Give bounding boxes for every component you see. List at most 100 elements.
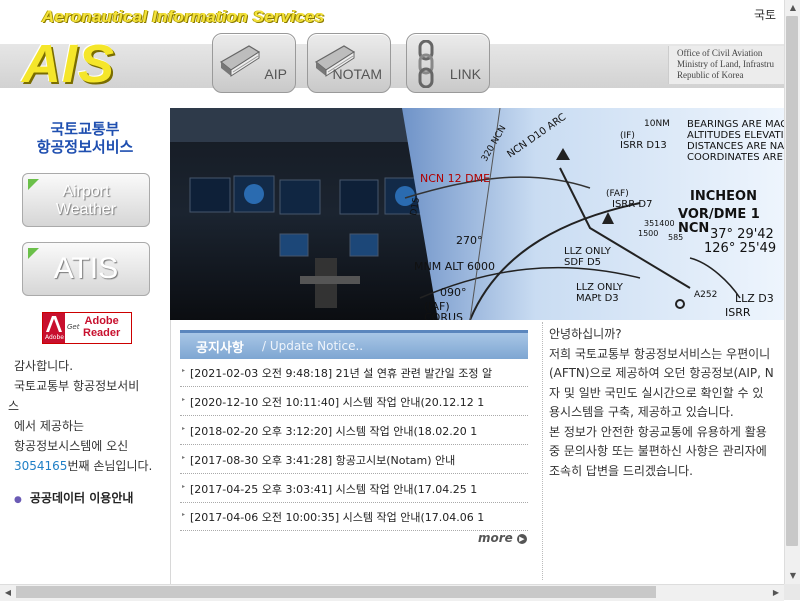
visitor-line: 에서 제공하는 [14, 419, 85, 433]
scroll-left-icon[interactable]: ◀ [0, 588, 16, 597]
visitor-suffix: 번째 손님입니다. [67, 459, 153, 473]
chart-text: ALTITUDES ELEVATIO [687, 130, 784, 141]
intro-line: 안녕하십니까? [549, 327, 622, 341]
horizontal-scroll-thumb[interactable] [16, 586, 656, 598]
arrow-right-icon: ▶ [516, 534, 527, 544]
chart-text: 351400 [644, 219, 675, 228]
chart-text: 1500 [638, 229, 658, 238]
chart-text: LLZ D3 [735, 292, 774, 305]
notice-item-text: [2021-02-03 오전 9:48:18] 21년 설 연휴 관련 발간일 … [190, 367, 493, 380]
nav-aip-label: AIP [264, 66, 287, 82]
chart-text: ISRR D13 [620, 140, 667, 151]
intro-line: 용시스템을 구축, 제공하고 있습니다. [549, 405, 734, 419]
chart-text: ISRR D7 [612, 199, 652, 210]
airport-weather-label: Airport Weather [23, 183, 149, 219]
chart-text: NCN 12 DME [420, 172, 490, 185]
chart-text: DISTANCES ARE NAUT [687, 141, 784, 152]
chart-text: 37° 29'42 [710, 227, 774, 242]
adobe-reader-badge[interactable]: Adobe Get Adobe Reader [42, 312, 132, 344]
chart-text: 270° [456, 234, 483, 247]
notice-item[interactable]: ▸ [2020-12-10 오전 10:11:40] 시스템 작업 안내(20.1… [180, 387, 528, 416]
intro-line: 자 및 일반 국민도 실시간으로 확인할 수 있 [549, 385, 764, 400]
column-divider [542, 322, 543, 580]
notice-board: 공지사항 / Update Notice.. ▸ [2021-02-03 오전 9… [180, 330, 528, 580]
banner-illustration: BEARINGS ARE MAG ALTITUDES ELEVATIO DIST… [170, 108, 784, 320]
notice-item-text: [2017-08-30 오후 3:41:28] 항공고시보(Notam) 안내 [190, 454, 456, 467]
notice-subtitle: / Update Notice.. [262, 339, 364, 353]
bullet-icon: ▸ [182, 396, 186, 403]
chart-text: BEARINGS ARE MAG [687, 119, 784, 130]
scroll-right-icon[interactable]: ▶ [768, 588, 784, 597]
intro-line: 조속히 답변을 드리겠습니다. [549, 463, 693, 478]
atis-button[interactable]: ATIS [22, 242, 150, 296]
visitor-line: 스 [8, 399, 20, 413]
chart-text: 10NM [644, 119, 670, 129]
adobe-brand: Adobe [45, 334, 64, 341]
airport-weather-line: Weather [55, 201, 117, 218]
visitor-message: 감사합니다. 국토교통부 항공정보서비 스 에서 제공하는 항공정보시스템에 오… [8, 356, 168, 476]
notice-item[interactable]: ▸ [2017-04-06 오전 10:00:35] 시스템 작업 안내(17.0… [180, 502, 528, 531]
more-label: more [478, 531, 513, 545]
notice-title: 공지사항 [196, 341, 244, 356]
cockpit-chart-banner: BEARINGS ARE MAG ALTITUDES ELEVATIO DIST… [170, 108, 784, 320]
bullet-icon: ▸ [182, 511, 186, 518]
adobe-reader-text: Adobe Reader [83, 315, 120, 339]
airport-weather-line: Airport [62, 183, 110, 200]
nav-notam-button[interactable]: NOTAM [307, 33, 391, 93]
visitor-count-line: 3054165번째 손님입니다. [8, 456, 168, 476]
bullet-icon: ▸ [182, 454, 186, 461]
chart-text: CORUS [424, 311, 463, 320]
scroll-down-icon[interactable]: ▼ [785, 571, 800, 580]
chart-text: (FAF) [606, 189, 629, 199]
scroll-up-icon[interactable]: ▲ [785, 3, 800, 12]
agency-line: Office of Civil Aviation [677, 48, 763, 58]
intro-line: 중 문의사항 또는 불편하신 사항은 관리자에 [549, 444, 767, 458]
ais-logo[interactable]: AIS [22, 33, 115, 95]
intro-line: (AFTN)으로 제공하여 오던 항공정보(AIP, N [549, 366, 774, 380]
bullet-icon: ▸ [182, 367, 186, 374]
site-tagline: Aeronautical Information Services [42, 7, 325, 26]
notice-item[interactable]: ▸ [2021-02-03 오전 9:48:18] 21년 설 연휴 관련 발간일… [180, 358, 528, 387]
chart-text: 126° 25'49 [704, 241, 776, 256]
scrollbar-corner [784, 584, 800, 600]
nav-link-label: LINK [449, 66, 481, 82]
bullet-icon: ● [14, 495, 22, 505]
agency-line: Republic of Korea [677, 70, 744, 80]
visitor-count: 3054165 [14, 459, 68, 473]
adobe-logo: Adobe [43, 313, 65, 343]
bullet-icon: ▸ [182, 483, 186, 490]
adobe-reader-line: Reader [83, 327, 121, 339]
chart-text: ISRR [725, 306, 751, 319]
header-band [0, 44, 784, 88]
visitor-line: 항공정보시스템에 오신 [14, 439, 129, 453]
notice-item-text: [2020-12-10 오전 10:11:40] 시스템 작업 안내(20.12… [190, 396, 485, 409]
public-data-label: 공공데이터 이용안내 [29, 491, 134, 505]
chart-text: INCHEON [690, 189, 757, 204]
intro-text: 안녕하십니까? 저희 국토교통부 항공정보서비스는 우편이니 (AFTN)으로 … [549, 325, 784, 580]
notice-item-text: [2017-04-06 오전 10:00:35] 시스템 작업 안내(17.04… [190, 511, 485, 524]
service-title-line: 국토교통부 [50, 120, 120, 138]
chart-text: 090° [440, 286, 467, 299]
intro-line: 본 정보가 안전한 항공교통에 유용하게 활용 [549, 424, 767, 439]
agency-line: Ministry of Land, Infrastru [677, 59, 774, 69]
notice-item[interactable]: ▸ [2017-04-25 오후 3:03:41] 시스템 작업 안내(17.04… [180, 474, 528, 503]
notice-item-text: [2018-02-20 오후 3:12:20] 시스템 작업 안내(18.02.… [190, 425, 478, 438]
adobe-get-text: Get [67, 323, 80, 331]
visitor-line: 국토교통부 항공정보서비 [14, 379, 140, 393]
adobe-a-icon [46, 316, 62, 332]
vertical-scroll-thumb[interactable] [786, 16, 798, 546]
more-button[interactable]: more ▶ [478, 531, 527, 545]
atis-label: ATIS [53, 252, 119, 285]
language-link[interactable]: 국토 [754, 6, 776, 23]
airport-weather-button[interactable]: Airport Weather [22, 173, 150, 227]
nav-aip-button[interactable]: AIP [212, 33, 296, 93]
nav-link-button[interactable]: LINK [406, 33, 490, 93]
notice-header: 공지사항 / Update Notice.. [180, 330, 528, 359]
chart-text: VOR/DME 1 [678, 207, 760, 222]
chart-text: LLZ ONLY [576, 282, 624, 293]
notice-item[interactable]: ▸ [2017-08-30 오후 3:41:28] 항공고시보(Notam) 안내 [180, 445, 528, 474]
public-data-link[interactable]: ● 공공데이터 이용안내 [14, 489, 133, 506]
notice-item[interactable]: ▸ [2018-02-20 오후 3:12:20] 시스템 작업 안내(18.02… [180, 416, 528, 445]
service-title-line: 항공정보서비스 [36, 138, 134, 156]
visitor-line: 감사합니다. [14, 359, 74, 373]
